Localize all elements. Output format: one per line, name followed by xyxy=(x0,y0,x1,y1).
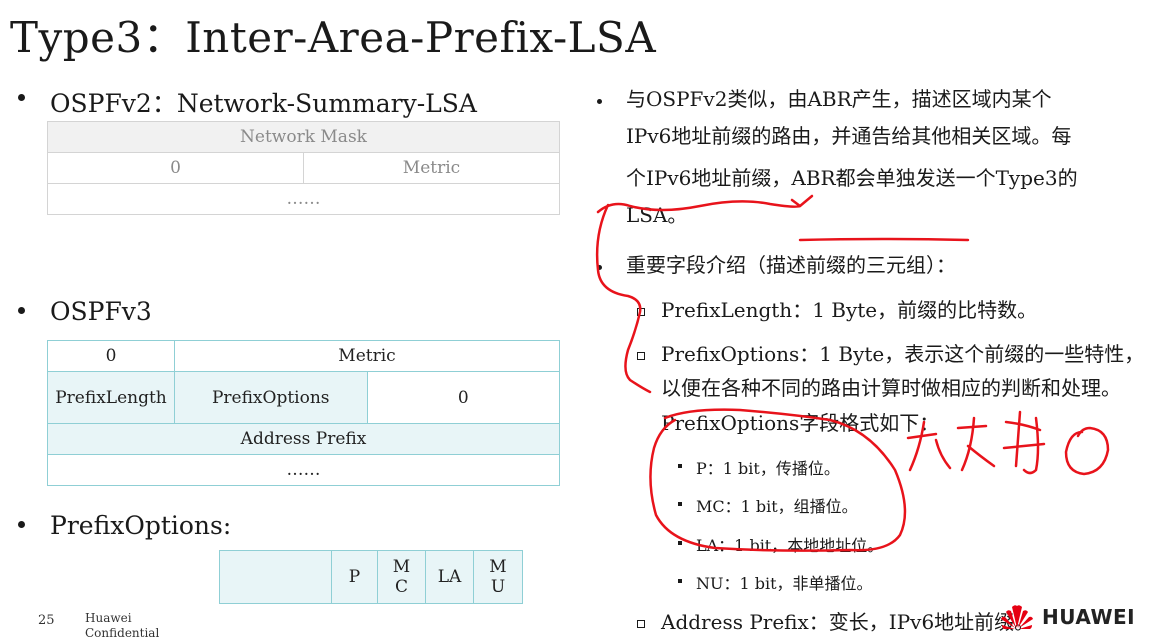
bullet-ospfv3: OSPFv3 xyxy=(18,297,152,326)
network-mask-cell: Network Mask xyxy=(47,121,560,153)
mu-bit-cell: MU xyxy=(473,550,523,604)
ospfv3-heading: OSPFv3 xyxy=(50,297,152,326)
bit-bullet xyxy=(678,541,682,545)
bullet-dot xyxy=(597,265,602,270)
prefix-length-cell: PrefixLength xyxy=(47,371,175,424)
arrow-mark xyxy=(790,194,814,208)
bit-bullet xyxy=(678,464,682,468)
bullet-prefixoptions: PrefixOptions: xyxy=(18,511,232,540)
sub-bullet-square xyxy=(637,308,645,316)
prefix-length-desc: PrefixLength：1 Byte，前缀的比特数。 xyxy=(661,298,1038,322)
description-line-4: LSA。 xyxy=(626,203,688,227)
ospfv3-lsa-table: 0 Metric PrefixLength PrefixOptions 0 Ad… xyxy=(47,340,560,486)
mc-bit-cell: MC xyxy=(377,550,426,604)
zero-cell: 0 xyxy=(47,340,175,372)
p-bit-desc: P：1 bit，传播位。 xyxy=(696,459,840,478)
description-line-2: IPv6地址前缀的路由，并通告给其他相关区域。每 xyxy=(626,124,1072,148)
address-prefix-cell: Address Prefix xyxy=(47,423,560,455)
metric-cell: Metric xyxy=(174,340,560,372)
bullet-dot xyxy=(18,307,25,314)
description-line-1: 与OSPFv2类似，由ABR产生，描述区域内某个 xyxy=(626,87,1052,111)
reserved-bits-cell xyxy=(219,550,332,604)
sub-bullet-square xyxy=(637,620,645,628)
prefix-options-desc-2: 以便在各种不同的路由计算时做相应的判断和处理。 xyxy=(661,376,1121,400)
zero-cell-2: 0 xyxy=(366,371,560,424)
page-title: Type3：Inter-Area-Prefix-LSA xyxy=(10,13,657,62)
nu-bit-desc: NU：1 bit，非单播位。 xyxy=(696,574,873,593)
mc-bit-desc: MC：1 bit，组播位。 xyxy=(696,497,858,516)
huawei-wordmark: HUAWEI xyxy=(1042,605,1136,629)
underline-mark xyxy=(798,237,970,242)
bit-bullet xyxy=(678,502,682,506)
bullet-dot xyxy=(597,99,602,104)
prefix-options-desc-1: PrefixOptions：1 Byte，表示这个前缀的一些特性， xyxy=(661,342,1145,366)
zero-cell: 0 xyxy=(47,152,304,184)
la-bit-desc: LA：1 bit，本地地址位。 xyxy=(696,536,884,555)
bullet-dot xyxy=(18,94,25,101)
description-line-3: 个IPv6地址前缀，ABR都会单独发送一个Type3的 xyxy=(626,166,1078,190)
bullet-ospfv2: OSPFv2：Network-Summary-LSA xyxy=(18,84,477,120)
prefixoptions-heading: PrefixOptions: xyxy=(50,511,232,540)
la-bit-cell: LA xyxy=(425,550,474,604)
p-bit-cell: P xyxy=(331,550,378,604)
prefix-options-cell: PrefixOptions xyxy=(174,371,368,424)
metric-cell: Metric xyxy=(303,152,560,184)
ellipsis-cell: …… xyxy=(47,183,560,215)
bullet-dot xyxy=(18,521,25,528)
bit-bullet xyxy=(678,579,682,583)
ospfv2-heading: OSPFv2：Network-Summary-LSA xyxy=(50,89,477,118)
fields-intro: 重要字段介绍（描述前缀的三元组）： xyxy=(626,253,956,277)
ellipsis-cell: …… xyxy=(47,454,560,486)
huawei-flower-icon xyxy=(1001,605,1033,629)
prefix-options-desc-3: PrefixOptions字段格式如下： xyxy=(661,411,940,435)
sub-bullet-square xyxy=(637,352,645,360)
prefix-options-bits-table: P MC LA MU xyxy=(219,550,523,604)
huawei-logo: HUAWEI xyxy=(1000,604,1135,630)
ospfv2-lsa-table: Network Mask 0 Metric …… xyxy=(47,121,560,215)
confidential-label: Huawei Confidential xyxy=(85,611,160,640)
address-prefix-desc: Address Prefix：变长，IPv6地址前缀。 xyxy=(661,610,1035,634)
page-number: 25 xyxy=(38,613,55,628)
